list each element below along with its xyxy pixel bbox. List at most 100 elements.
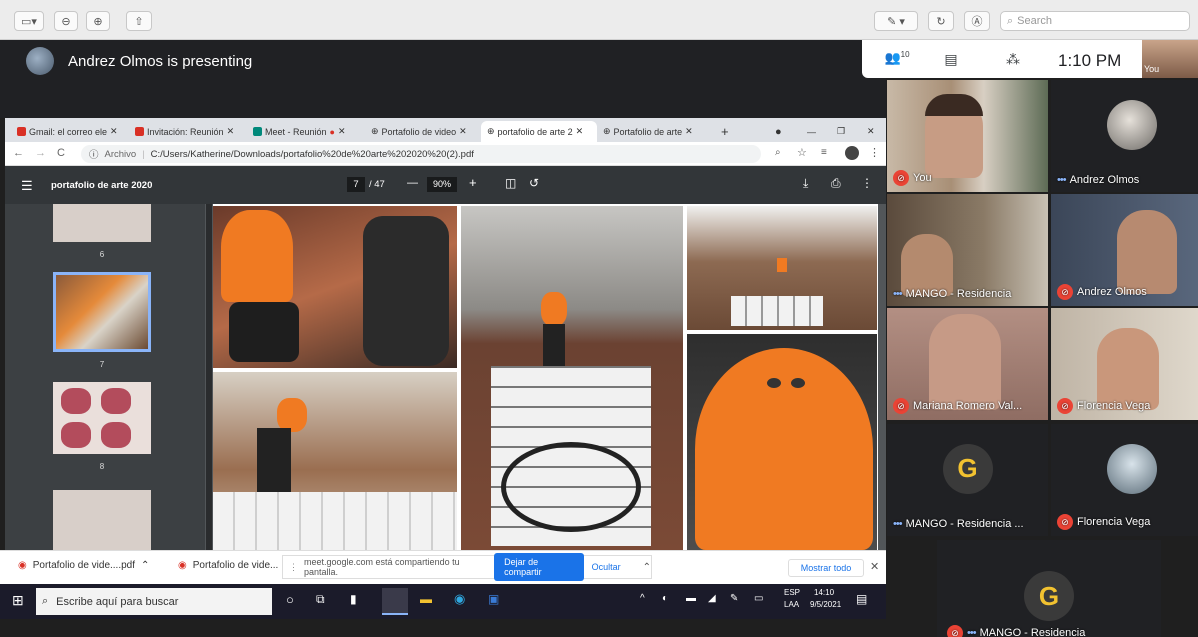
participant-name: Andrez Olmos bbox=[1077, 286, 1147, 298]
download-icon[interactable]: ⤓ bbox=[803, 176, 808, 191]
forward-icon[interactable]: → bbox=[35, 147, 46, 159]
cortana-icon[interactable]: ○ bbox=[286, 592, 294, 607]
page-thumbnail[interactable] bbox=[53, 382, 151, 454]
file-explorer-icon[interactable]: ▬ bbox=[420, 592, 432, 606]
menu-icon[interactable]: ☰ bbox=[21, 178, 33, 194]
wifi-icon[interactable]: ◢ bbox=[708, 593, 716, 604]
participant-tile[interactable]: ••• Andrez Olmos bbox=[1051, 80, 1198, 192]
participant-tile[interactable]: ⊘ Florencia Vega bbox=[1051, 308, 1198, 420]
viewer-search-placeholder: Search bbox=[1017, 15, 1053, 27]
viewer-search-field[interactable]: ⌕ Search bbox=[1000, 11, 1190, 31]
back-icon[interactable]: ← bbox=[13, 147, 24, 159]
participant-tile[interactable]: ⊘ You bbox=[887, 80, 1048, 192]
hide-button[interactable]: Ocultar bbox=[592, 562, 621, 572]
page-thumbnail-selected[interactable] bbox=[53, 272, 151, 352]
close-icon[interactable]: ✕ bbox=[110, 126, 118, 137]
tray-icon[interactable]: ▬ bbox=[686, 593, 696, 604]
markup-circle-icon[interactable]: Ⓐ bbox=[964, 11, 990, 31]
new-tab-button[interactable]: + bbox=[715, 121, 735, 142]
speaking-indicator-icon: ••• bbox=[893, 518, 903, 530]
page-thumbnail[interactable] bbox=[53, 490, 151, 550]
close-icon[interactable]: ✕ bbox=[459, 126, 467, 137]
print-icon[interactable]: ⎙ bbox=[831, 176, 841, 191]
keyboard-icon[interactable]: ▭ bbox=[754, 593, 763, 604]
browser-tab[interactable]: Gmail: el correo ele ✕ bbox=[11, 121, 129, 142]
participant-tile[interactable]: ••• MANGO - Residencia bbox=[887, 194, 1048, 306]
sidebar-toggle-icon[interactable]: ▭▾ bbox=[14, 11, 44, 31]
zoom-icon[interactable]: ⌕ bbox=[775, 147, 781, 158]
chevron-up-icon[interactable]: ⌃ bbox=[141, 560, 149, 571]
participant-tile[interactable]: ⊘ Florencia Vega bbox=[1051, 424, 1198, 536]
zoom-in-icon[interactable]: ⊕ bbox=[86, 11, 110, 31]
fit-page-icon[interactable]: ◫ bbox=[505, 176, 516, 190]
download-item[interactable]: ◉ Portafolio de vide... bbox=[178, 560, 278, 571]
rotate-icon[interactable]: ↻ bbox=[928, 11, 954, 31]
pen-icon[interactable]: ✎ bbox=[730, 593, 738, 604]
chevron-up-icon[interactable]: ^ bbox=[640, 593, 645, 604]
media-icon[interactable]: ≡ bbox=[821, 147, 827, 158]
drag-handle-icon[interactable]: ⋮ bbox=[289, 562, 298, 573]
participants-icon[interactable]: 👥 10 bbox=[882, 48, 912, 68]
zoom-out-icon[interactable]: ⊖ bbox=[54, 11, 78, 31]
participant-name: MANGO - Residencia bbox=[979, 627, 1086, 637]
activities-icon[interactable]: ⁂ bbox=[1003, 49, 1023, 69]
browser-tab[interactable]: ⊕ Portafolio de video ✕ bbox=[365, 121, 481, 142]
page-number-input[interactable]: 7 bbox=[347, 177, 365, 192]
stop-sharing-button[interactable]: Dejar de compartir bbox=[494, 553, 584, 581]
zoom-out-button[interactable]: — bbox=[407, 177, 418, 189]
chrome-icon: ◉ bbox=[18, 560, 27, 571]
participant-name: Florencia Vega bbox=[1077, 516, 1151, 528]
menu-kebab-icon[interactable]: ⋮ bbox=[869, 146, 880, 159]
tray-icon[interactable]: ◐ bbox=[662, 593, 668, 604]
window-close-icon[interactable]: ✕ bbox=[861, 121, 881, 142]
show-all-downloads-button[interactable]: Mostrar todo bbox=[788, 559, 864, 577]
close-icon[interactable]: ✕ bbox=[227, 126, 235, 137]
more-options-icon[interactable]: ⋮ bbox=[861, 176, 873, 190]
word-icon[interactable]: ▣ bbox=[488, 592, 499, 606]
windows-start-icon[interactable]: ⊞ bbox=[12, 592, 24, 609]
profile-avatar[interactable] bbox=[845, 146, 859, 160]
edge-icon[interactable]: ◉ bbox=[454, 591, 465, 607]
task-view-icon[interactable]: ⧉ bbox=[316, 592, 325, 607]
mic-off-icon: ⊘ bbox=[893, 398, 909, 414]
close-icon[interactable]: ✕ bbox=[685, 126, 693, 137]
close-icon[interactable]: ✕ bbox=[870, 560, 879, 573]
rotate-icon[interactable]: ↺ bbox=[529, 176, 539, 190]
taskbar-time[interactable]: 14:10 bbox=[814, 588, 834, 597]
zoom-level-input[interactable]: 90% bbox=[427, 177, 457, 192]
page-thumbnail[interactable] bbox=[53, 204, 151, 242]
minimize-icon[interactable]: — bbox=[801, 121, 821, 142]
chat-icon[interactable]: ▤ bbox=[941, 49, 961, 69]
bookmark-star-icon[interactable]: ☆ bbox=[797, 146, 807, 159]
thumbnail-sidebar: 6 7 8 bbox=[5, 204, 205, 550]
browser-tab[interactable]: ⊕ Portafolio de arte ✕ bbox=[597, 121, 713, 142]
participant-tile[interactable]: ⊘ Mariana Romero Val... bbox=[887, 308, 1048, 420]
record-icon[interactable]: ● bbox=[769, 121, 789, 142]
close-icon[interactable]: ✕ bbox=[576, 126, 584, 137]
app-icon[interactable]: ▮ bbox=[350, 592, 357, 606]
taskbar-search-field[interactable]: ⌕ Escribe aquí para buscar bbox=[36, 588, 272, 615]
chrome-taskbar-icon[interactable] bbox=[382, 588, 408, 615]
download-item[interactable]: ◉ Portafolio de vide....pdf ⌃ bbox=[18, 560, 149, 571]
browser-tab-active[interactable]: ⊕ portafolio de arte 2 ✕ bbox=[481, 121, 597, 142]
chevron-up-icon[interactable]: ⌃ bbox=[643, 562, 651, 573]
markup-pen-icon[interactable]: ✎ ▾ bbox=[874, 11, 918, 31]
share-icon[interactable]: ⇧ bbox=[126, 11, 152, 31]
browser-tab-label: Meet - Reunión bbox=[265, 126, 327, 137]
thumbnail-scrollbar[interactable] bbox=[206, 204, 212, 550]
participant-tile[interactable]: G ⊘ ••• MANGO - Residencia bbox=[937, 540, 1161, 637]
close-icon[interactable]: ✕ bbox=[338, 126, 346, 137]
restore-icon[interactable]: ❐ bbox=[831, 121, 851, 142]
notification-icon[interactable]: ▤ bbox=[856, 592, 867, 606]
input-language[interactable]: ESP bbox=[784, 588, 800, 597]
browser-tab-label: Portafolio de video bbox=[381, 126, 457, 137]
reload-icon[interactable]: C bbox=[57, 147, 65, 159]
browser-tab[interactable]: Invitación: Reunión ✕ bbox=[129, 121, 247, 142]
participant-tile[interactable]: ⊘ Andrez Olmos bbox=[1051, 194, 1198, 306]
participant-tile[interactable]: G ••• MANGO - Residencia ... bbox=[887, 424, 1048, 536]
artwork-photo bbox=[461, 206, 683, 550]
zoom-in-button[interactable]: + bbox=[469, 175, 477, 190]
address-bar[interactable]: ⓘ Archivo | C:/Users/Katherine/Downloads… bbox=[81, 145, 761, 163]
browser-tab[interactable]: Meet - Reunión ● ✕ bbox=[247, 121, 365, 142]
mango-logo-icon: G bbox=[942, 443, 993, 494]
